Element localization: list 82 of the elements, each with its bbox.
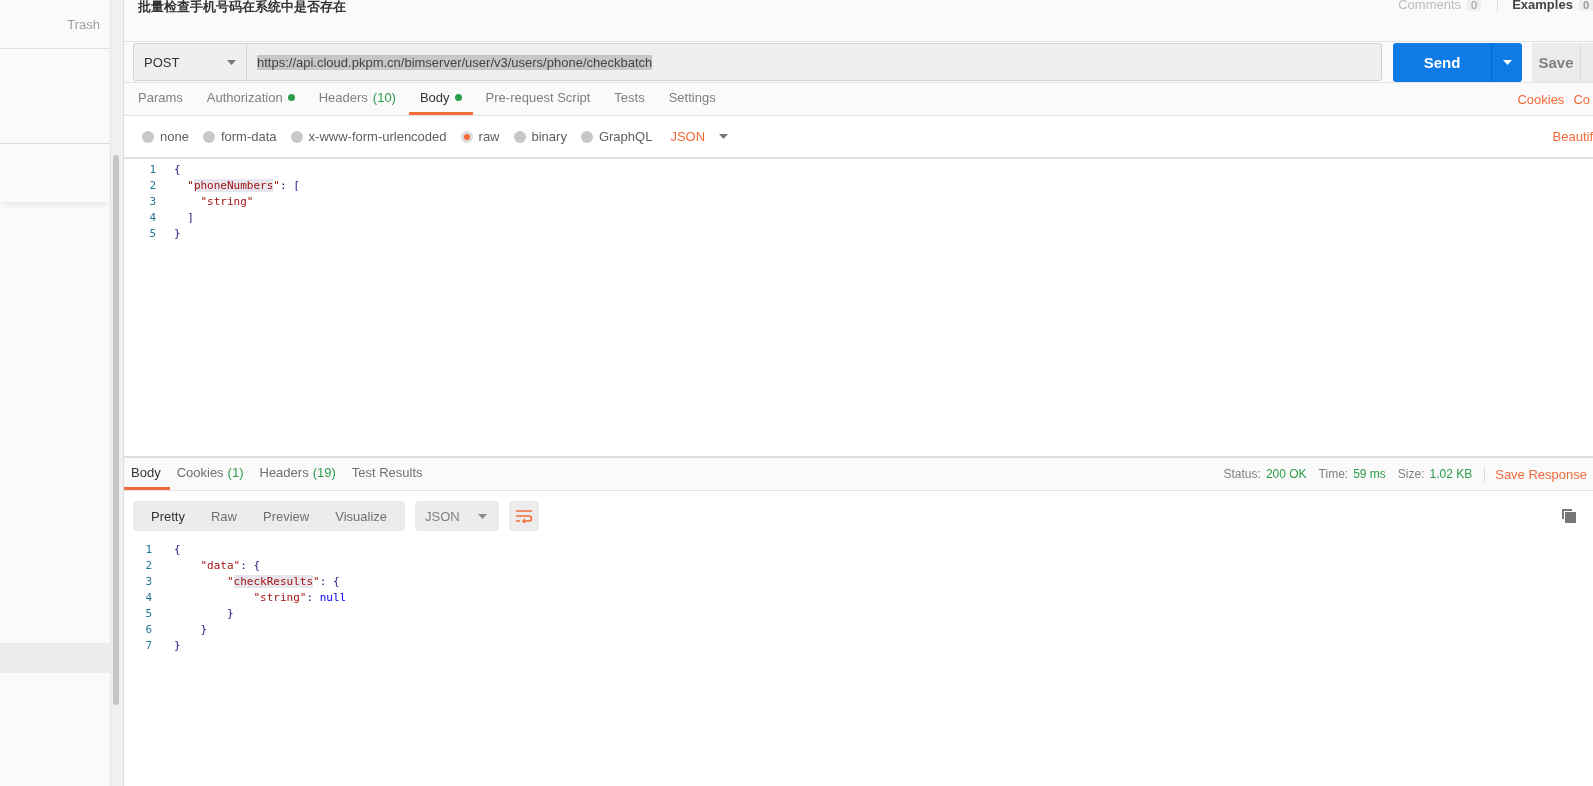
wrap-icon bbox=[514, 509, 533, 523]
format-select[interactable]: JSON bbox=[670, 129, 729, 144]
code-line: } bbox=[225, 606, 234, 620]
line-number: 5 bbox=[148, 226, 157, 240]
caret-icon bbox=[719, 134, 729, 139]
line-number: 4 bbox=[144, 590, 153, 604]
line-number: 6 bbox=[144, 622, 153, 636]
stat-value: 59 ms bbox=[1353, 467, 1386, 481]
stat-label: Status: bbox=[1223, 467, 1261, 481]
code-line: } bbox=[174, 638, 181, 652]
response-tab[interactable]: Headers (19) bbox=[252, 458, 345, 490]
format-select[interactable]: JSON bbox=[415, 501, 499, 531]
line-number: 2 bbox=[144, 558, 153, 572]
save-options-button[interactable] bbox=[1580, 42, 1593, 82]
url-field[interactable]: https://api.cloud.pkpm.cn/bimserver/user/v3/users/phone/checkbatch bbox=[247, 43, 1382, 81]
code-line: { bbox=[174, 162, 181, 176]
request-tab[interactable]: Settings bbox=[657, 83, 727, 115]
stat-value: 200 OK bbox=[1265, 467, 1307, 481]
comments-button[interactable]: Comments 0 bbox=[1398, 0, 1482, 12]
request-tab[interactable]: Body bbox=[408, 83, 473, 115]
request-tab[interactable]: Params bbox=[127, 83, 194, 115]
body-type-radio[interactable]: none bbox=[142, 129, 189, 144]
send-button[interactable]: Send bbox=[1393, 42, 1491, 82]
line-number: 3 bbox=[148, 194, 157, 208]
code-line: "data": { bbox=[199, 558, 261, 572]
radio-icon[interactable] bbox=[580, 130, 593, 143]
line-number: 4 bbox=[148, 210, 157, 224]
request-tab[interactable]: Tests bbox=[603, 83, 656, 115]
method-select[interactable]: POST bbox=[133, 43, 247, 81]
code-line: ] bbox=[186, 210, 194, 224]
wrap-lines-button[interactable] bbox=[508, 501, 539, 531]
body-type-radio[interactable]: binary bbox=[513, 129, 567, 144]
cookies-link[interactable]: Cookies bbox=[1517, 91, 1565, 107]
beautify-link[interactable]: Beautif bbox=[1552, 129, 1593, 144]
body-type-radio[interactable]: GraphQL bbox=[580, 129, 653, 144]
view-tab[interactable]: Preview bbox=[250, 501, 323, 531]
response-tab[interactable]: Body bbox=[124, 458, 170, 490]
copy-icon[interactable] bbox=[1562, 509, 1576, 523]
code-line: "checkResults": { bbox=[225, 574, 340, 588]
stat-label: Time: bbox=[1318, 467, 1349, 481]
request-tab[interactable]: Pre-request Script bbox=[474, 83, 602, 115]
code-line: "phoneNumbers": [ bbox=[186, 178, 300, 192]
send-options-button[interactable] bbox=[1491, 42, 1522, 82]
view-tab[interactable]: Visualize bbox=[322, 501, 401, 531]
save-response-button[interactable]: Save Response bbox=[1484, 466, 1587, 482]
request-title: 批量检查手机号码在系统中是否存在 bbox=[138, 0, 347, 16]
radio-icon[interactable] bbox=[142, 130, 154, 143]
view-tab[interactable]: Pretty bbox=[138, 501, 198, 531]
code-line: } bbox=[199, 622, 208, 636]
caret-icon bbox=[227, 59, 236, 65]
line-number: 5 bbox=[144, 606, 153, 620]
scrollbar-thumb[interactable] bbox=[113, 155, 119, 705]
body-type-radio[interactable]: form-data bbox=[202, 129, 277, 144]
save-button[interactable]: Save bbox=[1532, 42, 1580, 82]
radio-icon[interactable] bbox=[290, 130, 303, 143]
scrollbar[interactable] bbox=[111, 0, 123, 786]
code-line: "string": null bbox=[252, 590, 347, 604]
body-type-radio[interactable]: x-www-form-urlencoded bbox=[290, 129, 447, 144]
stat-label: Size: bbox=[1397, 467, 1425, 481]
cookies-link[interactable]: Co bbox=[1573, 91, 1590, 107]
radio-icon[interactable] bbox=[513, 130, 526, 143]
radio-icon[interactable] bbox=[202, 130, 215, 143]
body-type-radio[interactable]: raw bbox=[460, 129, 500, 144]
response-tab[interactable]: Cookies (1) bbox=[169, 458, 253, 490]
trash-tab[interactable]: Trash bbox=[67, 16, 100, 32]
examples-button[interactable]: Examples 0 bbox=[1497, 0, 1593, 12]
caret-icon bbox=[477, 513, 487, 519]
line-number: 1 bbox=[144, 542, 153, 556]
line-number: 1 bbox=[148, 162, 157, 176]
radio-icon[interactable] bbox=[460, 130, 473, 143]
line-number: 7 bbox=[144, 638, 153, 652]
request-tab[interactable]: Authorization bbox=[195, 83, 306, 115]
response-tab[interactable]: Test Results bbox=[344, 458, 432, 490]
request-tab[interactable]: Headers (10) bbox=[307, 83, 407, 115]
view-tab[interactable]: Raw bbox=[197, 501, 250, 531]
caret-icon bbox=[1502, 59, 1512, 65]
code-line: } bbox=[174, 226, 181, 240]
stat-value: 1.02 KB bbox=[1429, 467, 1473, 481]
code-line: "string" bbox=[199, 194, 254, 208]
code-line: { bbox=[174, 542, 181, 556]
line-number: 2 bbox=[148, 178, 157, 192]
line-number: 3 bbox=[144, 574, 153, 588]
